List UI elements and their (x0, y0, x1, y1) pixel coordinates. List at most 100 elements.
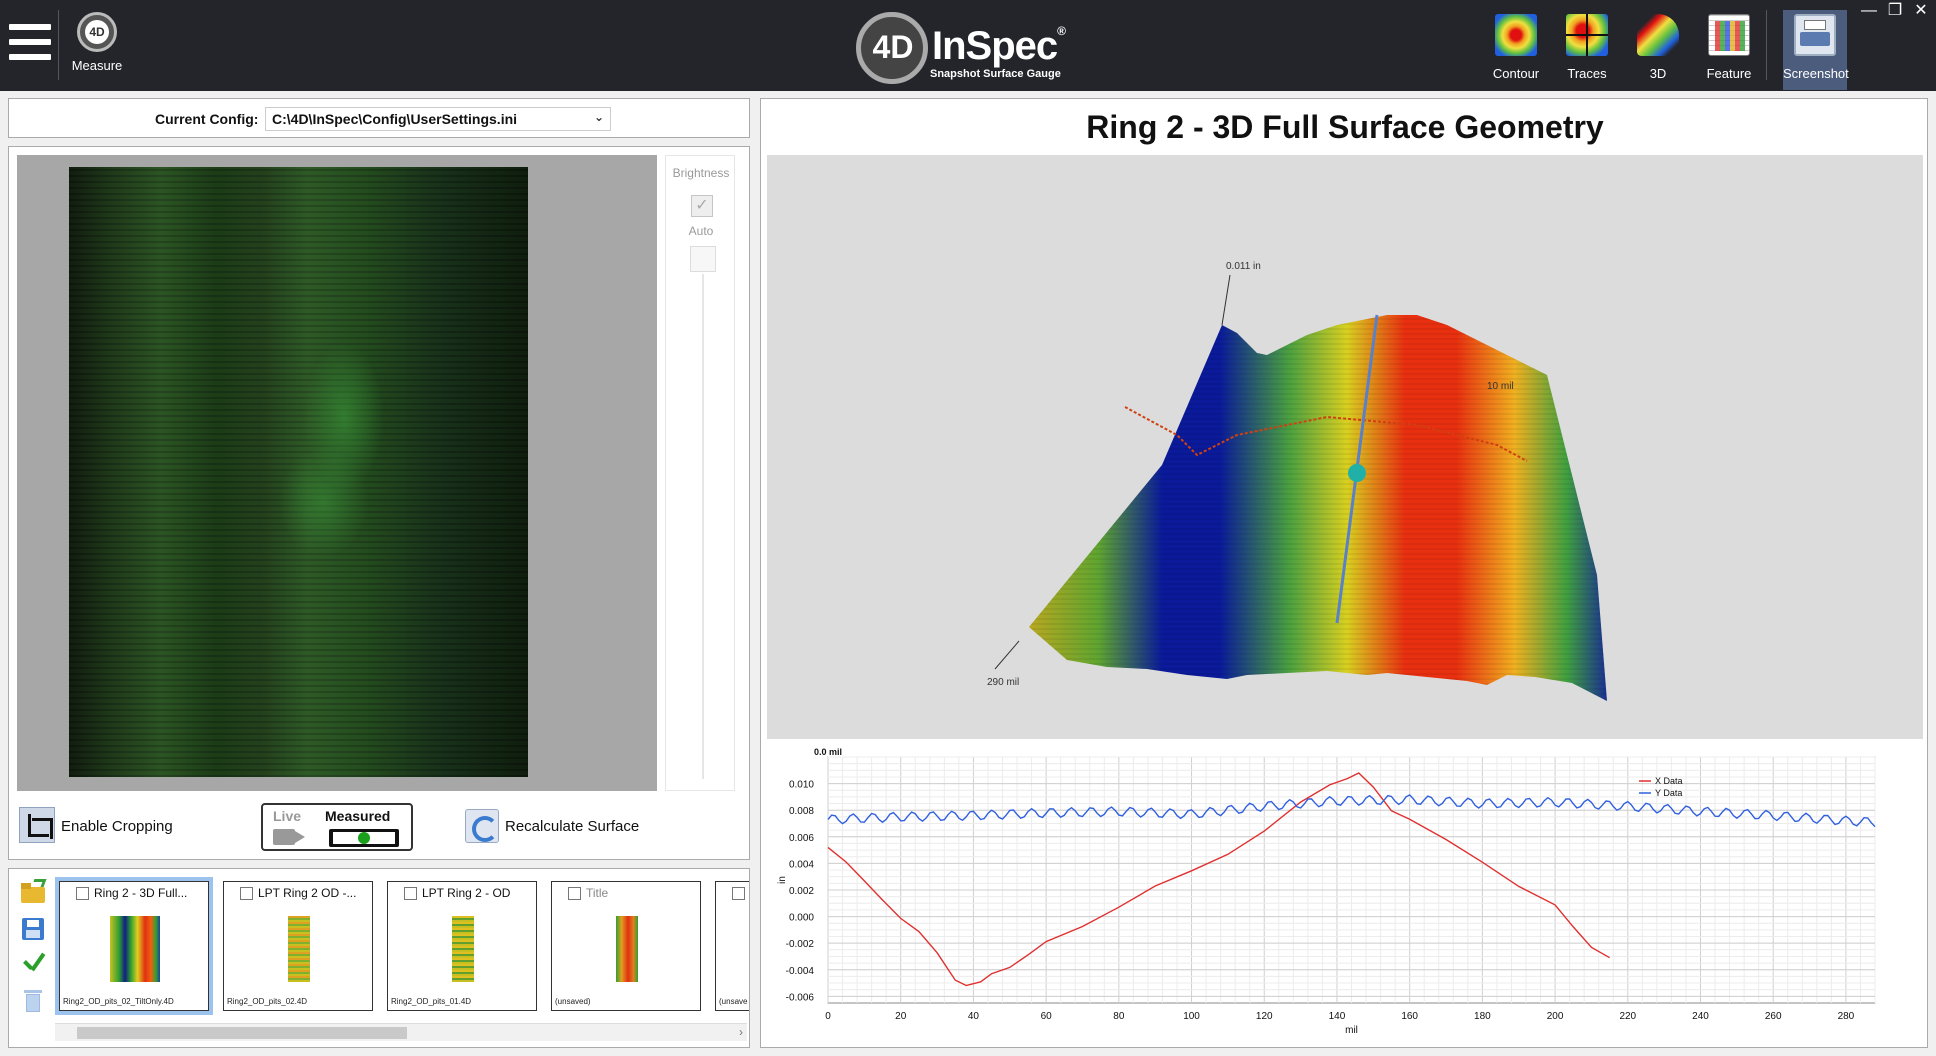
screenshot-button[interactable]: Screenshot (1783, 10, 1849, 90)
x-tick-label: 120 (1256, 1011, 1273, 1022)
x-tick-label: 200 (1547, 1011, 1564, 1022)
3d-button[interactable]: 3D (1626, 10, 1690, 90)
enable-cropping-label: Enable Cropping (61, 818, 173, 835)
measure-icon: 4D (77, 12, 117, 52)
trace-cursor[interactable] (1348, 464, 1366, 482)
config-label: Current Config: (155, 111, 259, 127)
brightness-slider-track[interactable] (702, 274, 704, 779)
thumbnail-card[interactable]: (unsave (715, 881, 749, 1011)
thumbnail-filename: (unsave (719, 997, 748, 1006)
x-tick-label: 0 (825, 1011, 831, 1022)
traces-button[interactable]: Traces (1555, 10, 1619, 90)
axis-tick (994, 640, 1020, 670)
x-tick-label: 80 (1113, 1011, 1125, 1022)
thumbnail-card[interactable]: Ring 2 - 3D Full... Ring2_OD_pits_02_Til… (55, 877, 213, 1015)
thumbnail-checkbox[interactable] (76, 887, 89, 900)
x-axis-label: mil (1345, 1025, 1358, 1036)
scrollbar-thumb[interactable] (77, 1027, 407, 1039)
checkmark-icon[interactable] (19, 951, 47, 979)
horizontal-scrollbar[interactable]: › (55, 1023, 747, 1041)
measure-button[interactable]: 4D Measure (64, 12, 130, 78)
3d-surface-plot: 0.011 in 10 mil 290 mil (987, 261, 1607, 701)
x-tick-label: 40 (968, 1011, 980, 1022)
x-tick-label: 100 (1183, 1011, 1200, 1022)
thumbnail-card[interactable]: LPT Ring 2 - OD Ring2_OD_pits_01.4D (387, 881, 537, 1011)
3d-surface-view[interactable]: 0.011 in 10 mil 290 mil (767, 155, 1923, 739)
y-tick-label: 0.004 (789, 859, 814, 870)
brightness-slider-thumb[interactable] (690, 246, 716, 272)
video-camera-icon (273, 829, 305, 845)
y-tick-label: 0.002 (789, 886, 814, 897)
thumbnail-preview (452, 916, 474, 982)
crop-icon (19, 807, 55, 843)
toolbar-divider (1766, 10, 1767, 80)
thumbnail-filename: Ring2_OD_pits_01.4D (391, 997, 472, 1006)
thumbnail-checkbox[interactable] (404, 887, 417, 900)
thumbnail-filename: Ring2_OD_pits_02_TiltOnly.4D (63, 997, 174, 1006)
open-folder-icon[interactable] (19, 879, 47, 907)
thumbnail-title: LPT Ring 2 OD -... (258, 886, 357, 900)
legend-entry: X Data (1655, 776, 1683, 786)
trace-chart-svg: 0.010 0.008 0.006 0.004 0.002 0.000 -0.002 -0.0… (777, 747, 1876, 1036)
top-toolbar: 4D Measure 4D InSpec® Snapshot Surface G… (0, 0, 1936, 91)
feature-button[interactable]: Feature (1697, 10, 1761, 90)
traces-icon (1566, 14, 1608, 56)
thumbnail-filename: (unsaved) (555, 997, 591, 1006)
y-tick-label: -0.006 (786, 992, 815, 1003)
recalculate-icon (465, 809, 499, 843)
thumbnail-checkbox[interactable] (240, 887, 253, 900)
y-tick-label: 0.006 (789, 833, 814, 844)
trace-chart[interactable]: 0.010 0.008 0.006 0.004 0.002 0.000 -0.002 -0.0… (767, 745, 1923, 1043)
contour-button[interactable]: Contour (1484, 10, 1548, 90)
thumbnail-checkbox[interactable] (732, 887, 745, 900)
3d-label: 3D (1649, 66, 1667, 81)
scroll-right-icon[interactable]: › (739, 1025, 743, 1039)
toolbar-divider (58, 10, 59, 80)
hamburger-menu-icon[interactable] (9, 24, 51, 64)
thumbnail-preview (110, 916, 160, 982)
live-measured-toggle[interactable]: Live Measured (261, 803, 413, 851)
y-tick-label: 0.008 (789, 806, 814, 817)
thumbnail-card[interactable]: Title (unsaved) (551, 881, 701, 1011)
auto-label: Auto (688, 224, 714, 238)
auto-brightness-checkbox[interactable]: ✓ (691, 195, 713, 217)
window-close-icon[interactable]: ✕ (1910, 2, 1932, 20)
surface-z-label: 0.011 in (1226, 261, 1261, 272)
trash-icon[interactable] (19, 987, 47, 1015)
brightness-control: Brightness ✓ Auto (665, 155, 735, 791)
film-strip-icon (329, 829, 399, 847)
logo-tagline: Snapshot Surface Gauge (930, 68, 1061, 80)
x-tick-label: 280 (1838, 1011, 1855, 1022)
x-tick-label: 60 (1041, 1011, 1053, 1022)
thumbnail-title-placeholder[interactable]: Title (586, 886, 608, 900)
window-minimize-icon[interactable]: — (1858, 2, 1880, 20)
legend-entry: Y Data (1655, 788, 1682, 798)
camera-view[interactable] (17, 155, 657, 791)
brightness-label: Brightness (672, 166, 730, 180)
feature-icon (1708, 14, 1750, 56)
thumbnail-card[interactable]: LPT Ring 2 OD -... Ring2_OD_pits_02.4D (223, 881, 373, 1011)
thumbnail-strip: Ring 2 - 3D Full... Ring2_OD_pits_02_Til… (55, 873, 749, 1019)
x-tick-label: 240 (1692, 1011, 1709, 1022)
x-tick-label: 260 (1765, 1011, 1782, 1022)
plot-title: Ring 2 - 3D Full Surface Geometry (1086, 109, 1604, 145)
chevron-down-icon: ⌄ (593, 110, 604, 124)
contour-icon (1495, 14, 1537, 56)
y-axis-label: in (777, 876, 788, 884)
measurement-files-panel: Ring 2 - 3D Full... Ring2_OD_pits_02_Til… (8, 868, 750, 1048)
y-tick-label: 0.010 (789, 780, 814, 791)
x-tick-label: 160 (1401, 1011, 1418, 1022)
config-dropdown[interactable]: C:\4D\InSpec\Config\UserSettings.ini ⌄ (265, 107, 611, 131)
feature-label: Feature (1706, 66, 1752, 81)
window-restore-icon[interactable]: ❐ (1884, 2, 1906, 20)
config-bar: Current Config: C:\4D\InSpec\Config\User… (8, 98, 750, 138)
3d-icon (1637, 14, 1679, 56)
surface-y-label: 10 mil (1487, 381, 1514, 392)
recalculate-label: Recalculate Surface (505, 818, 640, 835)
x-tick-label: 220 (1619, 1011, 1636, 1022)
traces-label: Traces (1567, 66, 1607, 81)
x-tick-label: 20 (895, 1011, 907, 1022)
save-icon[interactable] (19, 915, 47, 943)
thumbnail-title: LPT Ring 2 - OD (422, 886, 511, 900)
thumbnail-checkbox[interactable] (568, 887, 581, 900)
